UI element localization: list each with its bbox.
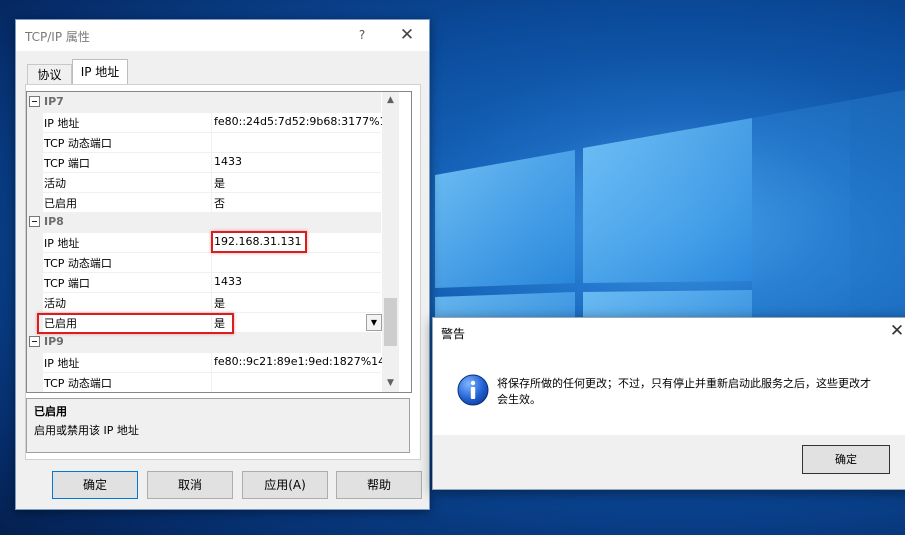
description-text: 启用或禁用该 IP 地址 <box>34 424 139 437</box>
warning-dialog: 警告 ✕ 将保存所做的任何更改；不过，只有停止并重新启动此服务之后，这些更改才 … <box>432 317 905 490</box>
grid-row[interactable]: IP 地址 192.168.31.131 <box>27 232 381 253</box>
property-value[interactable]: 1433 <box>214 275 242 288</box>
warning-message-line: 会生效。 <box>497 393 541 406</box>
property-value[interactable]: 否 <box>214 195 225 211</box>
warning-message-line: 将保存所做的任何更改；不过，只有停止并重新启动此服务之后，这些更改才 <box>497 377 871 390</box>
property-key: IP 地址 <box>44 117 80 130</box>
property-key: TCP 端口 <box>44 157 90 170</box>
warning-close-button[interactable]: ✕ <box>885 319 905 343</box>
description-panel: 已启用 启用或禁用该 IP 地址 <box>26 398 410 453</box>
highlight-enabled-row <box>37 313 234 334</box>
tab-ip-address[interactable]: IP 地址 <box>72 59 128 86</box>
grid-row[interactable]: TCP 端口 1433 <box>27 152 381 173</box>
grid-row[interactable]: TCP 动态端口 <box>27 372 381 392</box>
property-value[interactable]: fe80::24d5:7d52:9b68:3177%15 <box>214 115 394 128</box>
collapse-icon[interactable] <box>29 216 40 227</box>
grid-row[interactable]: IP 地址 fe80::24d5:7d52:9b68:3177%15 <box>27 112 394 133</box>
scroll-down-icon[interactable]: ▼ <box>382 375 399 392</box>
cancel-button[interactable]: 取消 <box>147 471 233 499</box>
help-button[interactable]: ? <box>352 26 372 44</box>
group-header-ip9[interactable]: IP9 <box>27 332 381 353</box>
grid-row[interactable]: TCP 动态端口 <box>27 252 381 273</box>
apply-button[interactable]: 应用(A) <box>242 471 328 499</box>
property-value[interactable]: 是 <box>214 175 225 191</box>
highlight-ip-address <box>211 231 307 253</box>
property-key: IP 地址 <box>44 237 80 250</box>
grid-row[interactable]: 活动 是 <box>27 292 381 313</box>
property-key: TCP 动态端口 <box>44 377 112 390</box>
collapse-icon[interactable] <box>29 96 40 107</box>
group-header-ip7[interactable]: IP7 <box>27 92 381 113</box>
property-key: 活动 <box>44 297 66 310</box>
property-key: 已启用 <box>44 197 77 210</box>
scroll-up-icon[interactable]: ▲ <box>382 92 399 109</box>
dialog-titlebar: TCP/IP 属性 ? ✕ <box>16 20 429 51</box>
tab-protocol[interactable]: 协议 <box>27 64 72 85</box>
group-name: IP7 <box>44 95 64 108</box>
warning-ok-button[interactable]: 确定 <box>802 445 890 474</box>
group-header-ip8[interactable]: IP8 <box>27 212 381 233</box>
property-value[interactable]: 是 <box>214 295 225 311</box>
help-dialog-button[interactable]: 帮助 <box>336 471 422 499</box>
grid-row[interactable]: TCP 动态端口 <box>27 132 381 153</box>
scroll-thumb[interactable] <box>384 298 397 346</box>
property-key: TCP 端口 <box>44 277 90 290</box>
grid-row[interactable]: IP 地址 fe80::9c21:89e1:9ed:1827%14 <box>27 352 385 373</box>
warning-message: 将保存所做的任何更改；不过，只有停止并重新启动此服务之后，这些更改才 会生效。 <box>497 376 877 408</box>
property-value[interactable]: 1433 <box>214 155 242 168</box>
group-name: IP8 <box>44 215 64 228</box>
grid-row[interactable]: TCP 端口 1433 <box>27 272 381 293</box>
tcpip-properties-dialog: TCP/IP 属性 ? ✕ 协议 IP 地址 IP7 IP 地址 fe80::2… <box>15 19 430 510</box>
property-grid[interactable]: IP7 IP 地址 fe80::24d5:7d52:9b68:3177%15 T… <box>26 91 412 393</box>
group-name: IP9 <box>44 335 64 348</box>
ok-button[interactable]: 确定 <box>52 471 138 499</box>
close-button[interactable]: ✕ <box>394 23 420 47</box>
property-key: TCP 动态端口 <box>44 257 112 270</box>
info-icon <box>457 374 489 406</box>
tab-strip: 协议 IP 地址 <box>16 58 429 86</box>
property-key: IP 地址 <box>44 357 80 370</box>
warning-footer: 确定 <box>433 435 905 489</box>
vertical-scrollbar[interactable]: ▲ ▼ <box>382 92 399 392</box>
collapse-icon[interactable] <box>29 336 40 347</box>
property-key: 活动 <box>44 177 66 190</box>
warning-title: 警告 <box>441 327 466 341</box>
description-title: 已启用 <box>34 405 67 418</box>
property-value[interactable]: fe80::9c21:89e1:9ed:1827%14 <box>214 355 385 368</box>
dialog-title: TCP/IP 属性 <box>25 30 90 44</box>
grid-row[interactable]: 已启用 否 <box>27 192 381 213</box>
dropdown-arrow-icon[interactable]: ▼ <box>366 314 382 331</box>
property-key: TCP 动态端口 <box>44 137 112 150</box>
warning-body: 将保存所做的任何更改；不过，只有停止并重新启动此服务之后，这些更改才 会生效。 <box>433 348 905 435</box>
grid-row[interactable]: 活动 是 <box>27 172 381 193</box>
